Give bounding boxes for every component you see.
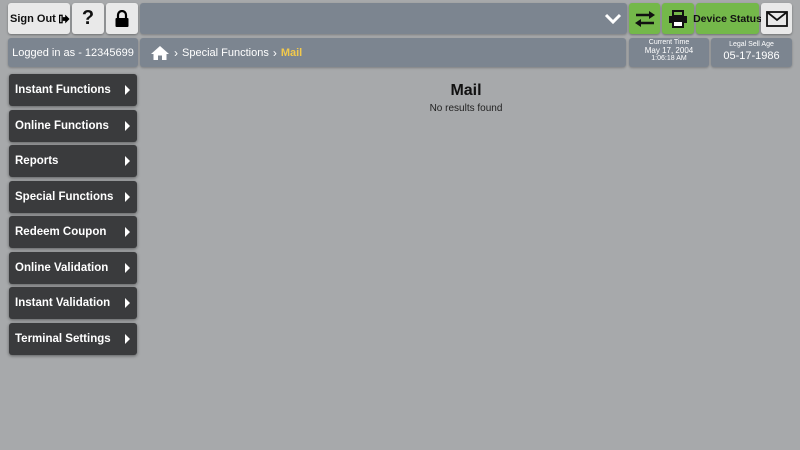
lock-icon xyxy=(115,9,129,27)
transfer-button[interactable] xyxy=(629,3,660,34)
menu-terminal-settings[interactable]: Terminal Settings xyxy=(9,323,137,355)
breadcrumb: › Special Functions › Mail xyxy=(140,38,626,67)
menu-label: Reports xyxy=(15,155,59,167)
menu-instant-functions[interactable]: Instant Functions xyxy=(9,74,137,106)
menu-reports[interactable]: Reports xyxy=(9,145,137,177)
current-time-panel: Current Time May 17, 2004 1:06:18 AM xyxy=(629,38,709,67)
legal-sell-age-label: Legal Sell Age xyxy=(729,41,774,48)
main-content: Mail No results found xyxy=(140,80,792,116)
menu-online-functions[interactable]: Online Functions xyxy=(9,110,137,142)
menu-redeem-coupon[interactable]: Redeem Coupon xyxy=(9,216,137,248)
chevron-right-icon xyxy=(125,227,130,237)
legal-sell-age-panel: Legal Sell Age 05-17-1986 xyxy=(711,38,792,67)
menu-instant-validation[interactable]: Instant Validation xyxy=(9,287,137,319)
envelope-icon xyxy=(765,10,788,27)
chevron-right-icon xyxy=(125,298,130,308)
menu-online-validation[interactable]: Online Validation xyxy=(9,252,137,284)
sign-out-arrow-icon xyxy=(58,14,70,23)
chevron-right-icon xyxy=(125,334,130,344)
help-icon: ? xyxy=(81,7,95,29)
current-time: 1:06:18 AM xyxy=(651,55,687,62)
menu-label: Instant Validation xyxy=(15,297,111,309)
print-button[interactable] xyxy=(662,3,694,34)
chevron-right-icon xyxy=(125,85,130,95)
logged-in-text: Logged in as - 12345699 xyxy=(12,46,134,59)
lock-button[interactable] xyxy=(106,3,138,34)
menu-label: Online Validation xyxy=(15,262,109,274)
menu-label: Terminal Settings xyxy=(15,333,111,345)
breadcrumb-current: Mail xyxy=(280,46,303,59)
menu-label: Redeem Coupon xyxy=(15,226,107,238)
logged-in-panel: Logged in as - 12345699 xyxy=(8,38,138,67)
top-dropdown-bar[interactable] xyxy=(140,3,627,34)
menu-label: Instant Functions xyxy=(15,84,111,96)
device-status-button[interactable]: Device Status xyxy=(693,3,762,34)
transfer-arrows-icon xyxy=(634,10,655,27)
home-icon[interactable] xyxy=(150,45,170,61)
current-date: May 17, 2004 xyxy=(644,46,694,55)
help-button[interactable]: ? xyxy=(72,3,104,34)
chevron-down-icon xyxy=(604,13,622,25)
device-status-label: Device Status xyxy=(693,12,762,25)
chevron-right-icon xyxy=(125,192,130,202)
chevron-right-icon xyxy=(125,263,130,273)
sign-out-button[interactable]: Sign Out xyxy=(8,3,70,34)
menu-special-functions[interactable]: Special Functions xyxy=(9,181,137,213)
empty-message: No results found xyxy=(429,103,503,114)
chevron-right-icon xyxy=(125,121,130,131)
messages-button[interactable] xyxy=(761,3,792,34)
breadcrumb-separator: › xyxy=(174,45,178,60)
breadcrumb-parent[interactable]: Special Functions xyxy=(182,47,269,59)
chevron-right-icon xyxy=(125,156,130,166)
menu-label: Special Functions xyxy=(15,191,114,203)
menu-label: Online Functions xyxy=(15,120,109,132)
printer-icon xyxy=(669,9,687,28)
legal-sell-age-date: 05-17-1986 xyxy=(723,50,780,62)
sign-out-label: Sign Out xyxy=(10,12,56,25)
breadcrumb-separator: › xyxy=(272,45,277,60)
page-title: Mail xyxy=(450,82,482,99)
